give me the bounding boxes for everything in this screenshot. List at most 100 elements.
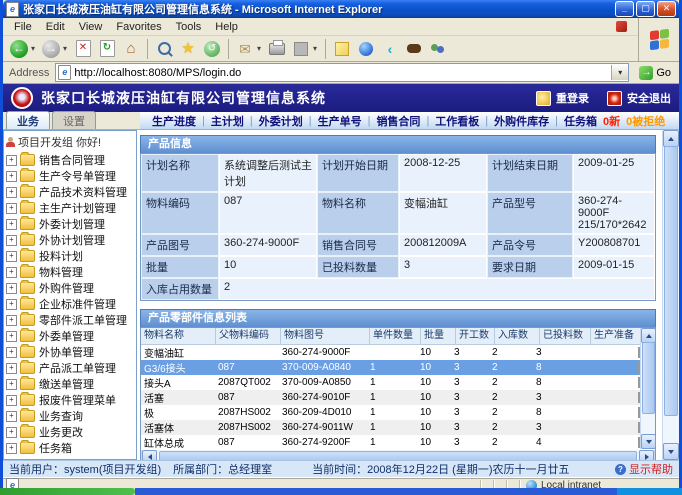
sidebar-item-5[interactable]: +外协计划管理: [4, 232, 136, 248]
show-help-link[interactable]: 显示帮助: [629, 461, 673, 477]
col-header-1[interactable]: 父物料编码: [216, 328, 281, 344]
notes-button[interactable]: [331, 38, 353, 60]
col-header-2[interactable]: 物料图号: [281, 328, 370, 344]
expand-icon[interactable]: +: [6, 395, 17, 406]
sidebar-item-0[interactable]: +销售合同管理: [4, 152, 136, 168]
menu-view[interactable]: View: [72, 20, 110, 34]
nav-item-6[interactable]: 外购件库存: [494, 113, 549, 129]
expand-icon[interactable]: +: [6, 267, 17, 278]
start-button[interactable]: [0, 488, 135, 495]
maximize-button[interactable]: ▢: [636, 1, 655, 17]
sidebar-item-2[interactable]: +产品技术资料管理: [4, 184, 136, 200]
back-dropdown[interactable]: ▾: [31, 44, 39, 53]
parts-row-4[interactable]: 极2087HS002360-209-4D01011032820 %: [141, 405, 641, 420]
col-header-0[interactable]: 物料名称: [141, 328, 216, 344]
sidebar-item-1[interactable]: +生产令号单管理: [4, 168, 136, 184]
parts-hscrollbar[interactable]: [141, 450, 655, 460]
close-button[interactable]: ✕: [657, 1, 676, 17]
menu-file[interactable]: File: [7, 20, 39, 34]
col-header-4[interactable]: 批量: [421, 328, 456, 344]
menu-help[interactable]: Help: [208, 20, 245, 34]
expand-icon[interactable]: +: [6, 299, 17, 310]
search-button[interactable]: [153, 38, 175, 60]
expand-icon[interactable]: +: [6, 155, 17, 166]
sidebar-item-6[interactable]: +投料计划: [4, 248, 136, 264]
sidebar-item-12[interactable]: +外协单管理: [4, 344, 136, 360]
menu-favorites[interactable]: Favorites: [109, 20, 168, 34]
expand-icon[interactable]: +: [6, 363, 17, 374]
sidebar-item-10[interactable]: +零部件派工单管理: [4, 312, 136, 328]
edit-button[interactable]: [290, 38, 312, 60]
address-dropdown[interactable]: ▾: [611, 65, 628, 80]
research-button[interactable]: [403, 38, 425, 60]
logout-button[interactable]: 安全退出: [607, 90, 671, 106]
expand-icon[interactable]: +: [6, 171, 17, 182]
sidebar-item-13[interactable]: +产品派工单管理: [4, 360, 136, 376]
plugin-icon[interactable]: [616, 21, 627, 32]
expand-icon[interactable]: +: [6, 331, 17, 342]
expand-icon[interactable]: +: [6, 379, 17, 390]
forward-button[interactable]: →: [40, 38, 62, 60]
sidebar-item-9[interactable]: +企业标准件管理: [4, 296, 136, 312]
messenger-button[interactable]: [355, 38, 377, 60]
parts-row-5[interactable]: 活塞体2087HS002360-274-9011W11032320 %: [141, 420, 641, 435]
parts-row-3[interactable]: 活塞087360-274-9010F11032320 %: [141, 390, 641, 405]
taskbox-rejected-badge[interactable]: 0被拒绝: [626, 113, 665, 129]
nav-item-0[interactable]: 生产进度: [152, 113, 196, 129]
edit-dropdown[interactable]: ▾: [313, 44, 321, 53]
parts-row-6[interactable]: 缸体总成087360-274-9200F11032419 %: [141, 435, 641, 450]
expand-icon[interactable]: +: [6, 315, 17, 326]
address-input[interactable]: e http://localhost:8080/MPS/login.do ▾: [55, 63, 629, 82]
parts-row-1[interactable]: G3/6接头087370-009-A084011032820 %: [141, 360, 641, 375]
menu-tools[interactable]: Tools: [169, 20, 209, 34]
home-button[interactable]: ⌂: [120, 38, 142, 60]
sidebar-item-18[interactable]: +任务箱: [4, 440, 136, 456]
taskbox-new-badge[interactable]: 0新: [603, 113, 620, 129]
tab-业务[interactable]: 业务: [6, 111, 50, 129]
mail-dropdown[interactable]: ▾: [257, 44, 265, 53]
mail-button[interactable]: ✉: [234, 38, 256, 60]
history-button[interactable]: ↺: [201, 38, 223, 60]
sidebar-item-14[interactable]: +缴送单管理: [4, 376, 136, 392]
expand-icon[interactable]: +: [6, 411, 17, 422]
relogin-button[interactable]: 重登录: [536, 90, 589, 106]
parts-row-0[interactable]: 变幅油缸360-274-9000F1032329 %: [141, 345, 641, 360]
expand-icon[interactable]: +: [6, 347, 17, 358]
menu-edit[interactable]: Edit: [39, 20, 72, 34]
expand-icon[interactable]: +: [6, 203, 17, 214]
expand-icon[interactable]: +: [6, 427, 17, 438]
nav-item-3[interactable]: 生产单号: [318, 113, 362, 129]
expand-icon[interactable]: +: [6, 235, 17, 246]
print-button[interactable]: [266, 38, 288, 60]
sidebar-item-8[interactable]: +外购件管理: [4, 280, 136, 296]
sidebar-item-15[interactable]: +报废件管理菜单: [4, 392, 136, 408]
nav-item-7[interactable]: 任务箱: [564, 113, 597, 129]
go-button[interactable]: → Go: [634, 65, 676, 81]
sidebar-item-7[interactable]: +物料管理: [4, 264, 136, 280]
nav-item-2[interactable]: 外委计划: [259, 113, 303, 129]
col-header-7[interactable]: 已投料数: [540, 328, 591, 344]
nav-item-5[interactable]: 工作看板: [435, 113, 479, 129]
contacts-button[interactable]: [427, 38, 449, 60]
sidebar-item-11[interactable]: +外委单管理: [4, 328, 136, 344]
col-header-6[interactable]: 入库数: [495, 328, 540, 344]
sidebar-item-17[interactable]: +业务更改: [4, 424, 136, 440]
minimize-button[interactable]: _: [615, 1, 634, 17]
refresh-button[interactable]: ↻: [96, 38, 118, 60]
favorites-button[interactable]: ★: [177, 38, 199, 60]
sidebar-item-3[interactable]: +主生产计划管理: [4, 200, 136, 216]
expand-icon[interactable]: +: [6, 219, 17, 230]
col-header-8[interactable]: 生产准备: [591, 328, 644, 344]
expand-icon[interactable]: +: [6, 187, 17, 198]
col-header-3[interactable]: 单件数量: [370, 328, 421, 344]
back-button[interactable]: ←: [8, 38, 30, 60]
nav-item-1[interactable]: 主计划: [211, 113, 244, 129]
nav-item-4[interactable]: 销售合同: [376, 113, 420, 129]
sidebar-item-4[interactable]: +外委计划管理: [4, 216, 136, 232]
expand-icon[interactable]: +: [6, 443, 17, 454]
sidebar-item-16[interactable]: +业务查询: [4, 408, 136, 424]
parts-vscrollbar[interactable]: [640, 328, 655, 449]
tab-设置[interactable]: 设置: [52, 111, 96, 129]
msn-button[interactable]: ‹: [379, 38, 401, 60]
page-scrollbar[interactable]: [662, 130, 679, 460]
